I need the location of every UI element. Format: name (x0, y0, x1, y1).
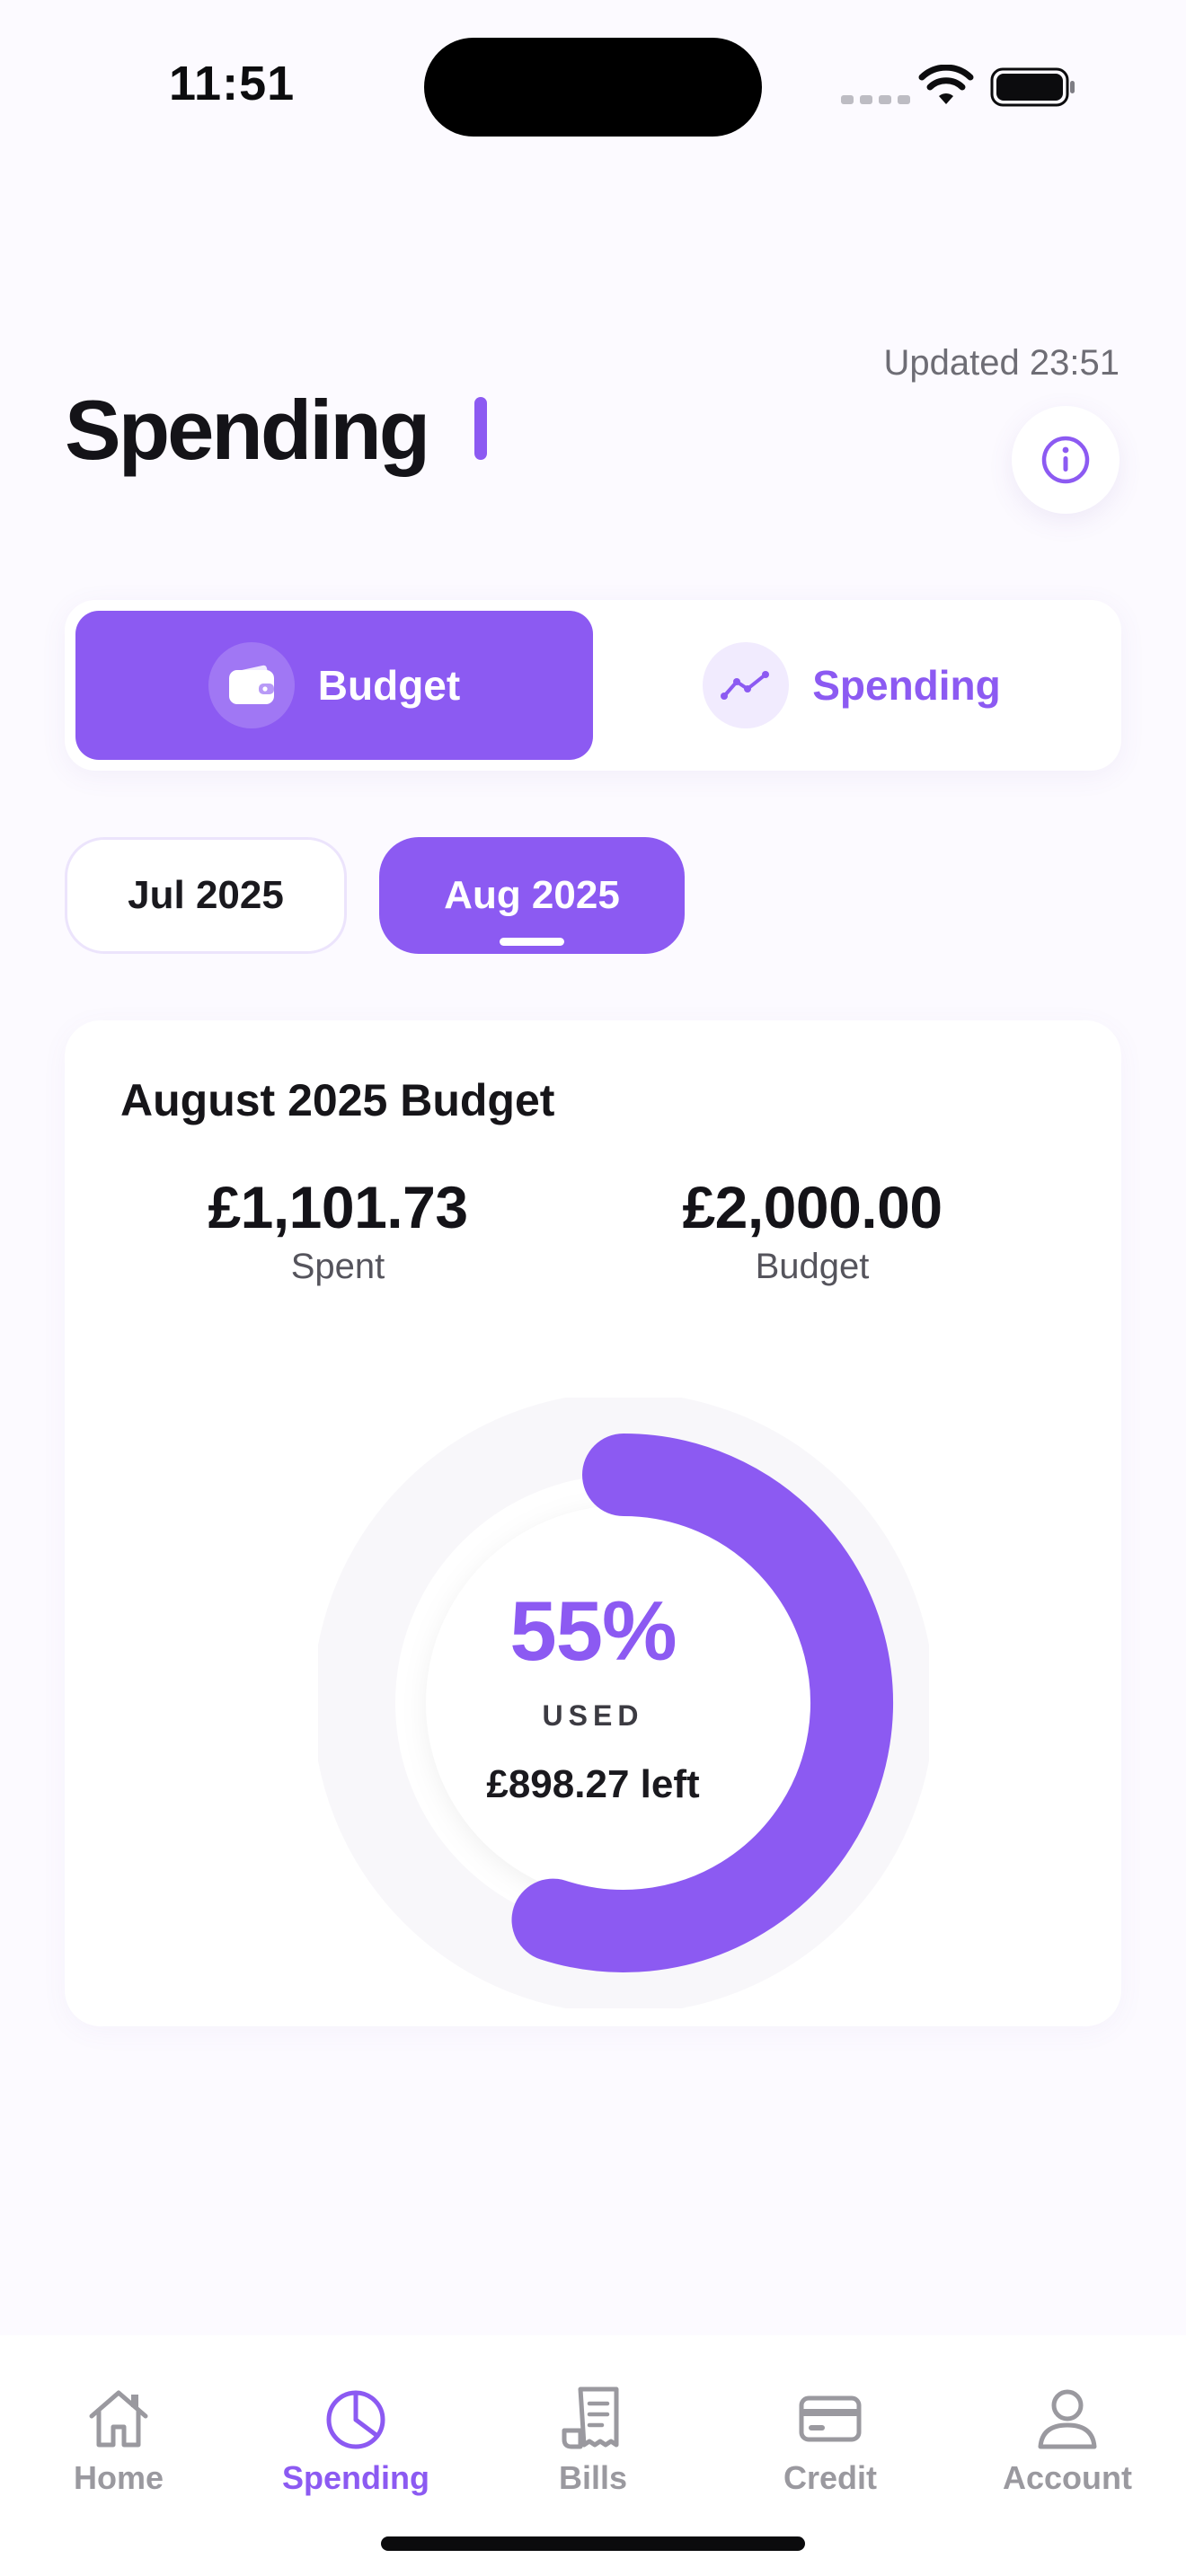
last-updated-text: Updated 23:51 (883, 343, 1120, 383)
percent-used-value: 55% (509, 1584, 677, 1678)
budget-card: August 2025 Budget £1,101.73 Spent £2,00… (65, 1020, 1121, 2026)
title-accent-bar (474, 397, 487, 460)
battery-icon (990, 67, 1075, 107)
segment-spending-label: Spending (812, 662, 1001, 709)
budget-card-title: August 2025 Budget (120, 1075, 555, 1125)
tab-account-label: Account (1003, 2459, 1132, 2496)
dynamic-island (424, 38, 762, 137)
tab-home[interactable]: Home (29, 2382, 208, 2497)
segment-spending[interactable]: Spending (593, 611, 1111, 760)
amount-left-text: £898.27 left (486, 1762, 700, 1806)
info-button[interactable] (1012, 406, 1120, 514)
spending-screen: 11:51 Updated 23:51 Spending Budget Spen… (0, 0, 1186, 2576)
tab-bills-label: Bills (558, 2459, 628, 2496)
segment-budget[interactable]: Budget (75, 611, 593, 760)
view-segmented-control: Budget Spending (65, 600, 1121, 771)
tab-spending[interactable]: Spending (266, 2382, 446, 2497)
segment-budget-label: Budget (317, 662, 461, 709)
budget-value: £2,000.00 (682, 1174, 943, 1240)
page-title: Spending (65, 383, 430, 477)
budget-label: Budget (755, 1247, 870, 1286)
home-indicator (381, 2536, 805, 2551)
tab-bills[interactable]: Bills (503, 2382, 683, 2497)
tab-account[interactable]: Account (978, 2382, 1157, 2497)
spent-stat: £1,101.73 Spent (104, 1173, 571, 1287)
cellular-signal-icon (841, 95, 910, 104)
selected-month-indicator (500, 938, 564, 946)
person-icon (1038, 2389, 1097, 2449)
home-icon (89, 2390, 148, 2448)
tab-credit[interactable]: Credit (740, 2382, 920, 2497)
tab-credit-label: Credit (783, 2459, 877, 2496)
wallet-icon (208, 642, 295, 728)
budget-stat: £2,000.00 Budget (579, 1173, 1046, 1287)
month-chip-jul-2025[interactable]: Jul 2025 (65, 837, 347, 954)
receipt-icon (562, 2386, 619, 2449)
tab-spending-label: Spending (282, 2459, 429, 2496)
wifi-icon (918, 65, 974, 104)
spent-label: Spent (290, 1247, 385, 1286)
tab-home-label: Home (73, 2459, 164, 2496)
month-chip-aug-2025[interactable]: Aug 2025 (379, 837, 685, 954)
credit-card-icon (799, 2395, 862, 2442)
info-icon (1041, 436, 1090, 484)
pie-chart-icon (326, 2390, 385, 2449)
trend-line-icon (703, 642, 790, 728)
spent-value: £1,101.73 (208, 1174, 468, 1240)
percent-used-caption: USED (542, 1699, 644, 1732)
status-time: 11:51 (169, 57, 296, 110)
